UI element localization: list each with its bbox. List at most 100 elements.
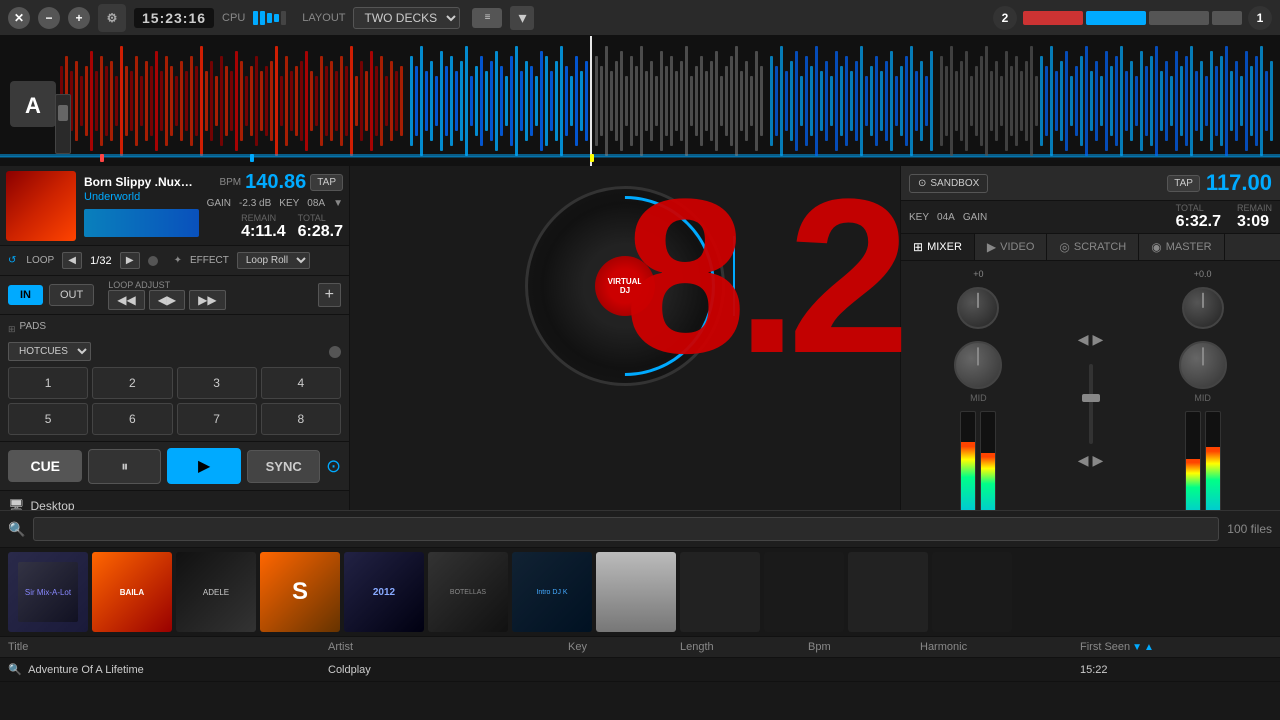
gain-knob[interactable] <box>957 287 999 329</box>
key-value: 08A <box>307 198 325 209</box>
center-fader: ◀ ▶ ◀ ▶ <box>1056 269 1125 531</box>
out-button[interactable]: OUT <box>49 284 94 306</box>
album-thumb-4[interactable]: S <box>260 552 340 632</box>
pad-1[interactable]: 1 <box>8 367 88 399</box>
search-icon: 🔍 <box>8 521 25 538</box>
arrow-left[interactable]: ◀ <box>1078 331 1089 348</box>
album-thumb-11[interactable] <box>848 552 928 632</box>
close-button[interactable]: ✕ <box>8 7 30 29</box>
settings-button[interactable]: ⚙ <box>98 4 126 32</box>
fader-arrow-right[interactable]: ▶ <box>1093 452 1104 469</box>
pad-8[interactable]: 8 <box>261 403 341 435</box>
right-top-bar: ⊙ SANDBOX TAP 117.00 <box>901 166 1280 201</box>
gain-db-right: +0.0 <box>1194 269 1212 279</box>
loop-indicator <box>148 256 158 266</box>
loop-adjust-label: LOOP ADJUST <box>108 280 225 290</box>
effect-select[interactable]: Loop Roll <box>237 252 310 269</box>
loop-label: LOOP <box>26 255 54 266</box>
waveform-scrollbar[interactable] <box>55 94 71 154</box>
album-thumb-3[interactable]: ADELE <box>176 552 256 632</box>
loop-backward-button[interactable]: ◀◀ <box>108 290 144 310</box>
effect-icon: ✦ <box>174 255 182 266</box>
search-input[interactable] <box>33 517 1219 541</box>
track-artist: Underworld <box>84 191 199 203</box>
pads-mode-select[interactable]: HOTCUES <box>8 342 91 361</box>
loop-forward-button[interactable]: ▶▶ <box>189 290 225 310</box>
layout-select[interactable]: TWO DECKS <box>353 7 460 29</box>
browser-desktop[interactable]: 🖥 Desktop <box>0 495 349 510</box>
pad-5[interactable]: 5 <box>8 403 88 435</box>
right-tap-button[interactable]: TAP <box>1167 175 1200 192</box>
track-artist-cell: Coldplay <box>328 664 568 676</box>
first-seen-label: First Seen <box>1080 641 1130 653</box>
pads-mode-indicator <box>329 346 341 358</box>
top-bar: ✕ − + ⚙ 15:23:16 CPU LAYOUT TWO DECKS ≡ … <box>0 0 1280 36</box>
waveform-svg: A <box>0 36 1280 166</box>
minimize-button[interactable]: − <box>38 7 60 29</box>
browser-desktop-label: Desktop <box>31 499 75 510</box>
svg-text:A: A <box>25 93 41 118</box>
gain-knob-right-group <box>1182 287 1224 329</box>
waveform-button[interactable]: ≡ <box>472 8 502 28</box>
album-thumb-1[interactable]: Sir Mix-A-Lot <box>8 552 88 632</box>
pad-2[interactable]: 2 <box>92 367 172 399</box>
gain-knob-right[interactable] <box>1182 287 1224 329</box>
maximize-button[interactable]: + <box>68 7 90 29</box>
col-title: Title <box>8 641 328 653</box>
pad-6[interactable]: 6 <box>92 403 172 435</box>
pad-3[interactable]: 3 <box>177 367 257 399</box>
video-icon: ▶ <box>987 240 996 254</box>
master-fader-handle[interactable] <box>1082 394 1100 402</box>
loop-prev-button[interactable]: ◀ <box>62 252 82 269</box>
tap-button[interactable]: TAP <box>310 174 343 191</box>
tab-video[interactable]: ▶ VIDEO <box>975 234 1047 260</box>
pad-4[interactable]: 4 <box>261 367 341 399</box>
album-thumb-9[interactable] <box>680 552 760 632</box>
fader-arrow-left[interactable]: ◀ <box>1078 452 1089 469</box>
album-thumb-7[interactable]: Intro DJ K <box>512 552 592 632</box>
album-art <box>6 171 76 241</box>
tab-mixer[interactable]: ⊞ MIXER <box>901 234 975 260</box>
sync-button[interactable]: SYNC <box>247 450 319 483</box>
album-thumb-2[interactable]: BAILA <box>92 552 172 632</box>
album-thumb-5[interactable]: 2012 <box>344 552 424 632</box>
album-thumb-8[interactable] <box>596 552 676 632</box>
mid-knob-right[interactable] <box>1179 341 1227 389</box>
key-dropdown[interactable]: ▼ <box>333 198 343 209</box>
layout-toggle[interactable]: ▾ <box>510 6 534 30</box>
right-remain-label: REMAIN <box>1237 203 1272 213</box>
gain-value: -2.3 dB <box>239 198 271 209</box>
album-thumb-12[interactable] <box>932 552 1012 632</box>
key-label: KEY <box>279 198 299 209</box>
arrow-right[interactable]: ▶ <box>1093 331 1104 348</box>
search-bar: 🔍 100 files <box>0 511 1280 548</box>
album-thumb-10[interactable] <box>764 552 844 632</box>
mid-right-label: MID <box>1194 393 1211 403</box>
top-right-controls: 2 1 <box>993 6 1272 30</box>
loop-center-button[interactable]: ◀▶ <box>149 290 185 310</box>
col-bpm: Bpm <box>808 641 920 653</box>
loop-next-button[interactable]: ▶ <box>120 252 140 269</box>
album-thumb-6[interactable]: BOTELLAS <box>428 552 508 632</box>
eq-knobs-right: MID <box>1179 287 1227 403</box>
plus-button[interactable]: + <box>318 283 341 307</box>
in-button[interactable]: IN <box>8 285 43 305</box>
right-bpm-value: 117.00 <box>1206 170 1272 196</box>
mid-knob[interactable] <box>954 341 1002 389</box>
pads-grid-icon: ⊞ <box>8 324 16 335</box>
cue-button[interactable]: CUE <box>8 450 82 482</box>
tab-master[interactable]: ◉ MASTER <box>1139 234 1224 260</box>
table-row[interactable]: 🔍 Adventure Of A Lifetime Coldplay 15:22 <box>0 658 1280 682</box>
pad-7[interactable]: 7 <box>177 403 257 435</box>
record-icon[interactable]: ⊙ <box>326 456 341 477</box>
turntable[interactable]: VIRTUALDJ <box>525 186 725 386</box>
scratch-icon: ◎ <box>1059 240 1069 254</box>
tab-scratch[interactable]: ◎ SCRATCH <box>1047 234 1139 260</box>
loop-fraction: 1/32 <box>86 255 116 267</box>
pause-button[interactable]: ⏸ <box>88 449 160 484</box>
play-button[interactable]: ▶ <box>167 448 241 484</box>
clock-display: 15:23:16 <box>134 8 214 28</box>
col-sort-asc[interactable]: ▲ <box>1144 642 1154 653</box>
col-length: Length <box>680 641 808 653</box>
sandbox-button[interactable]: ⊙ SANDBOX <box>909 174 988 193</box>
